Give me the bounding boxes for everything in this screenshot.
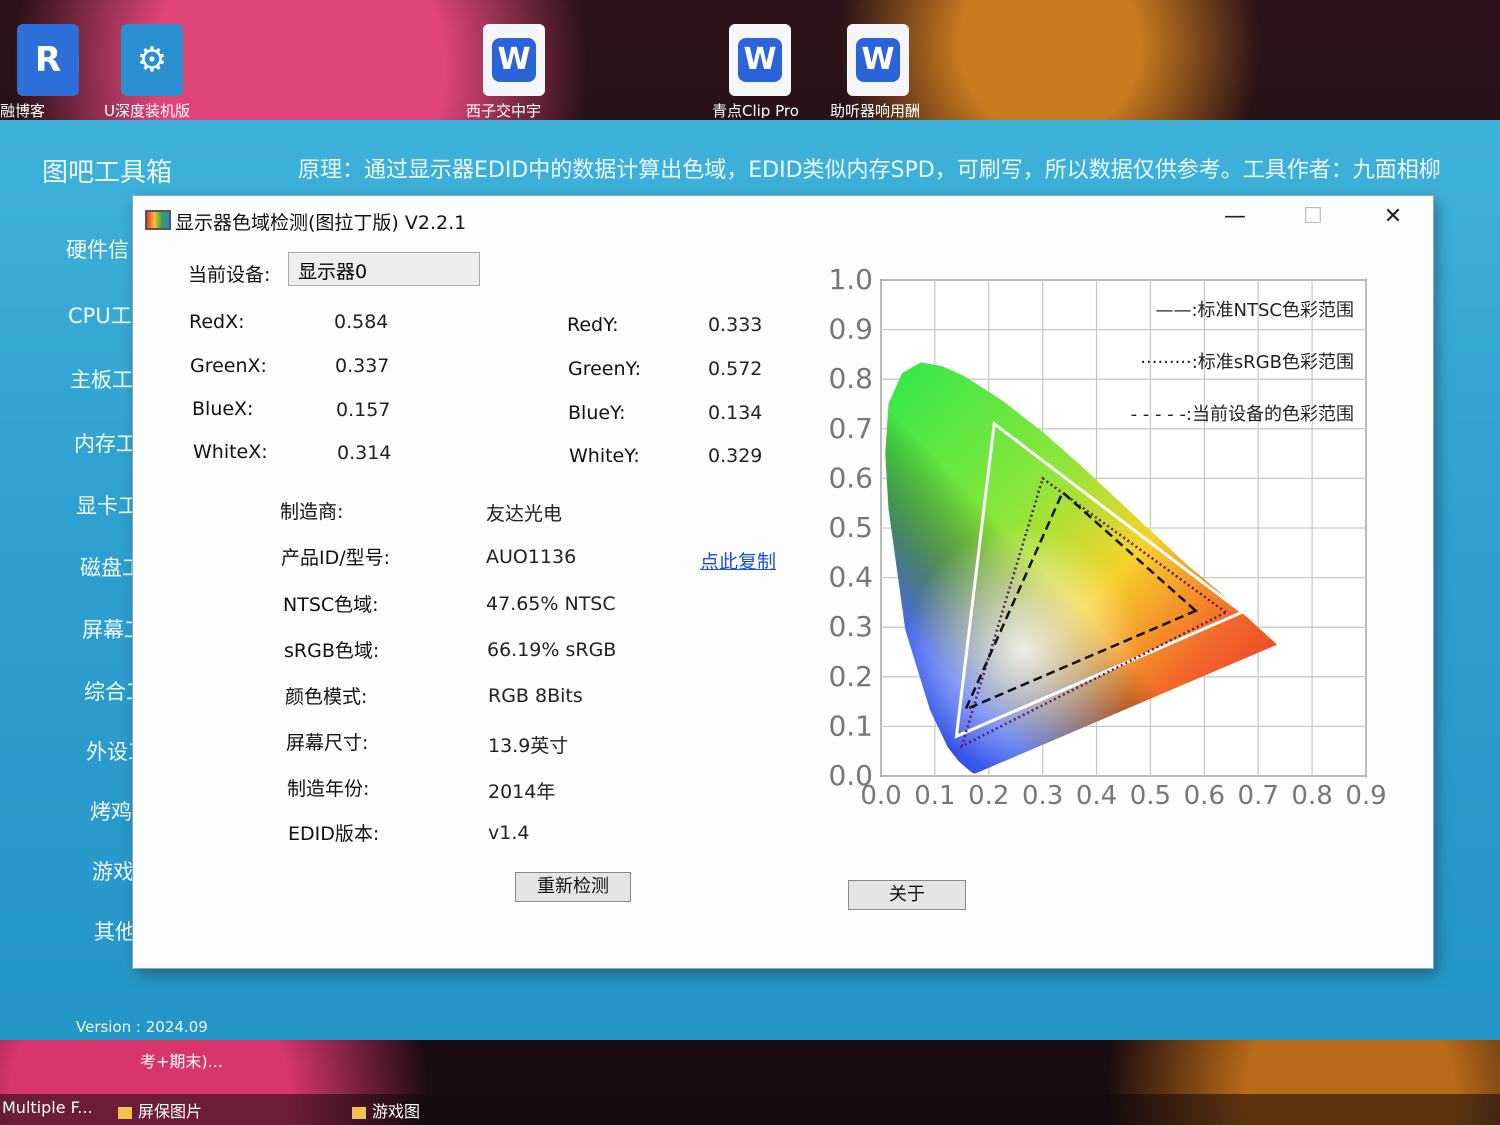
desktop-icon-label: 助听器响用酬: [830, 102, 921, 118]
y-tick-label: 0.0: [828, 759, 873, 792]
desktop-icon-app[interactable]: R 融博客: [0, 24, 96, 118]
desktop-icon-label: 西子交中宇: [466, 102, 542, 118]
version-label: Version : 2024.09: [76, 1018, 208, 1036]
desktop-icon-word-1[interactable]: W 西子交中宇: [466, 24, 562, 118]
desktop-icon-usb[interactable]: ⚙ U深度装机版: [104, 24, 200, 118]
desktop-icon-label: 青点Clip Pro: [712, 102, 799, 118]
legend-entry: ·········:标准sRGB色彩范围: [1140, 352, 1354, 373]
taskbar-item-label: 屏保图片: [138, 1102, 203, 1121]
color-mode-value: RGB 8Bits: [488, 685, 583, 707]
legend-entry: - - - - -:当前设备的色彩范围: [1131, 404, 1354, 425]
usb-icon: ⚙: [121, 24, 183, 96]
word-doc-icon: W: [729, 24, 791, 96]
maximize-button[interactable]: ☐: [1293, 202, 1333, 232]
ntsc-label: NTSC色域:: [283, 594, 379, 616]
y-tick-label: 0.5: [828, 511, 873, 544]
x-tick-label: 0.7: [1238, 781, 1279, 811]
desktop-icon-label: 融博客: [0, 102, 46, 118]
white-x-value: 0.314: [337, 442, 392, 464]
dialog-titlebar[interactable]: 显示器色域检测(图拉丁版) V2.2.1 — ☐ ✕: [133, 196, 1433, 242]
y-tick-label: 0.3: [828, 610, 873, 643]
copy-link[interactable]: 点此复制: [700, 547, 776, 574]
srgb-value: 66.19% sRGB: [487, 639, 617, 661]
y-tick-label: 0.8: [828, 362, 873, 395]
y-tick-label: 0.2: [828, 660, 873, 693]
year-value: 2014年: [488, 781, 556, 803]
cie-chromaticity-chart: 0.0 0.1 0.2 0.3 0.4 0.5 0.6 0.7 0.8 0.90.00.10.20…: [828, 263, 1386, 811]
x-tick-label: 0.6: [1184, 781, 1225, 811]
close-button[interactable]: ✕: [1373, 202, 1413, 232]
about-button[interactable]: 关于: [848, 880, 966, 910]
word-doc-icon: W: [483, 24, 545, 96]
x-tick-label: 0.1: [914, 781, 955, 811]
redetect-button[interactable]: 重新检测: [515, 872, 631, 902]
device-select[interactable]: 显示器0 ⌄: [288, 252, 480, 286]
edid-version-value: v1.4: [488, 822, 530, 844]
folder-icon: [352, 1106, 366, 1119]
screen-size-value: 13.9英寸: [488, 735, 569, 757]
monitor-icon: [145, 210, 171, 230]
y-tick-label: 0.9: [828, 313, 873, 346]
desktop-icon-word-2[interactable]: W 青点Clip Pro: [712, 24, 808, 118]
red-x-value: 0.584: [334, 311, 389, 333]
desktop-icon-word-3[interactable]: W 助听器响用酬: [830, 24, 926, 118]
x-tick-label: 0.2: [968, 781, 1009, 811]
product-id-label: 产品ID/型号:: [281, 547, 391, 569]
desktop-label-fragment: 考+期末)...: [140, 1052, 223, 1071]
chevron-down-icon: ⌄: [298, 258, 310, 274]
host-title: 图吧工具箱: [42, 158, 173, 188]
minimize-button[interactable]: —: [1215, 202, 1255, 232]
dialog-title: 显示器色域检测(图拉丁版) V2.2.1: [175, 212, 467, 234]
app-icon: R: [17, 24, 79, 96]
green-x-value: 0.337: [335, 355, 390, 377]
blue-x-label: BlueX:: [192, 398, 254, 420]
desktop-icon-label: U深度装机版: [104, 102, 190, 118]
x-tick-label: 0.4: [1076, 781, 1117, 811]
legend-entry: ——:标准NTSC色彩范围: [1155, 300, 1354, 321]
x-tick-label: 0.5: [1130, 781, 1171, 811]
folder-icon: [118, 1106, 132, 1119]
color-mode-label: 颜色模式:: [285, 686, 368, 708]
edid-version-label: EDID版本:: [288, 823, 380, 845]
green-x-label: GreenX:: [190, 355, 267, 377]
green-y-value: 0.572: [708, 358, 763, 380]
taskbar: Multiple F... 屏保图片 游戏图: [0, 1094, 1500, 1125]
green-y-label: GreenY:: [568, 358, 642, 380]
device-label: 当前设备:: [188, 264, 271, 286]
x-tick-label: 0.3: [1022, 781, 1063, 811]
taskbar-item[interactable]: Multiple F...: [2, 1098, 93, 1117]
manufacturer-value: 友达光电: [486, 503, 563, 525]
product-id-value: AUO1136: [486, 546, 577, 568]
y-tick-label: 0.6: [828, 461, 873, 494]
manufacturer-label: 制造商:: [280, 501, 344, 523]
x-tick-label: 0.8: [1291, 781, 1332, 811]
red-y-value: 0.333: [708, 314, 763, 336]
y-tick-label: 1.0: [828, 263, 873, 296]
word-doc-icon: W: [847, 24, 909, 96]
host-note: 原理：通过显示器EDID中的数据计算出色域，EDID类似内存SPD，可刷写，所以…: [298, 158, 1441, 183]
x-tick-label: 0.9: [1345, 781, 1386, 811]
white-y-value: 0.329: [708, 445, 763, 467]
red-y-label: RedY:: [567, 314, 619, 336]
year-label: 制造年份:: [287, 778, 370, 800]
white-y-label: WhiteY:: [569, 445, 640, 467]
blue-y-label: BlueY:: [568, 402, 626, 424]
taskbar-item[interactable]: 屏保图片: [118, 1098, 202, 1122]
gamut-dialog: 显示器色域检测(图拉丁版) V2.2.1 — ☐ ✕ 当前设备: 显示器0 ⌄ …: [133, 196, 1433, 968]
y-tick-label: 0.1: [828, 709, 873, 742]
red-x-label: RedX:: [189, 311, 245, 333]
white-x-label: WhiteX:: [193, 441, 268, 463]
ntsc-value: 47.65% NTSC: [486, 593, 616, 615]
taskbar-item-label: 游戏图: [372, 1102, 421, 1121]
y-tick-label: 0.4: [828, 561, 873, 594]
blue-y-value: 0.134: [708, 402, 763, 424]
blue-x-value: 0.157: [336, 399, 391, 421]
screen-size-label: 屏幕尺寸:: [286, 732, 369, 754]
y-tick-label: 0.7: [828, 412, 873, 445]
taskbar-item[interactable]: 游戏图: [352, 1098, 420, 1122]
srgb-label: sRGB色域:: [284, 640, 380, 662]
